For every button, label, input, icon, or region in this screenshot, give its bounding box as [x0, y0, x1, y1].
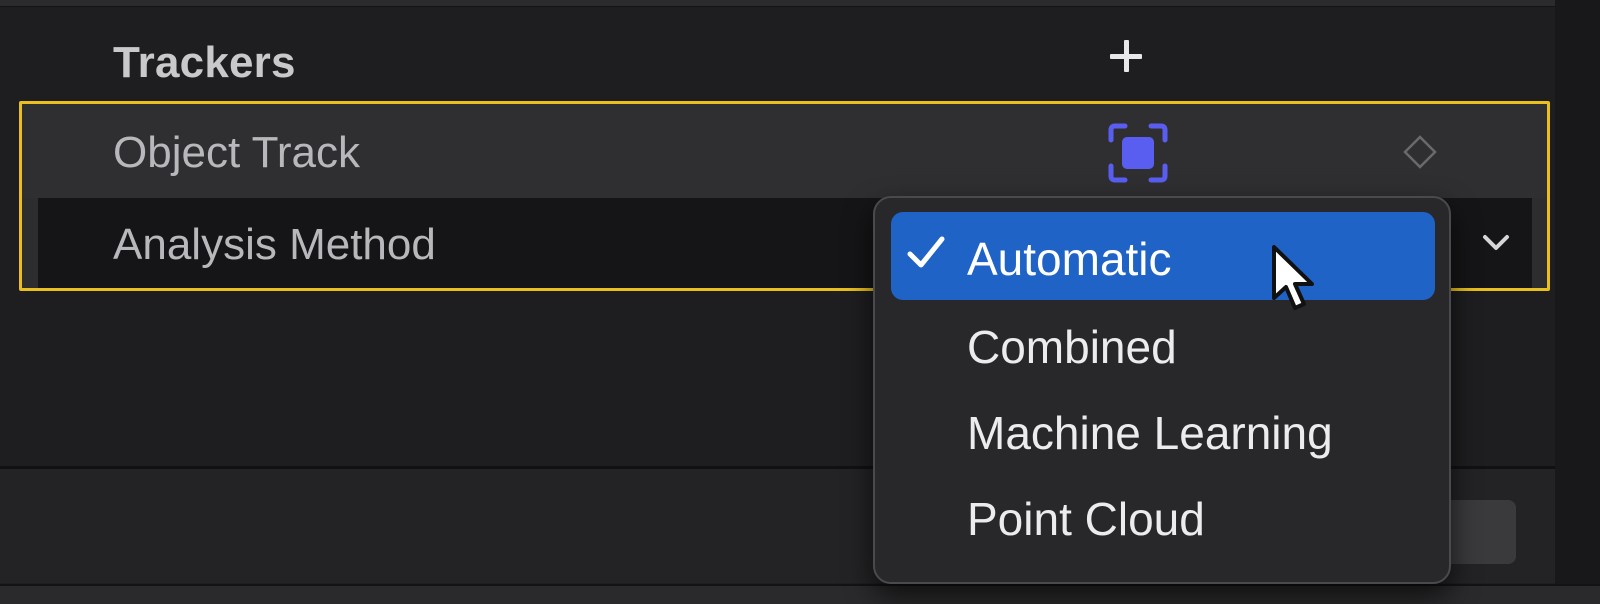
- inspector-panel: Trackers Object Track Analysis Method Au…: [0, 0, 1600, 604]
- menu-item-combined[interactable]: Combined: [891, 300, 1435, 388]
- menu-item-label: Point Cloud: [967, 493, 1205, 545]
- analysis-method-label: Analysis Method: [113, 220, 436, 269]
- menu-item-label: Machine Learning: [967, 407, 1333, 459]
- chevron-down-icon[interactable]: [1478, 228, 1514, 256]
- object-track-label: Object Track: [113, 128, 360, 177]
- trackers-label: Trackers: [113, 38, 296, 87]
- trackers-header: Trackers: [0, 8, 1555, 100]
- menu-item-machine-learning[interactable]: Machine Learning: [891, 386, 1435, 474]
- analysis-method-dropdown[interactable]: Automatic Combined Machine Learning Poin…: [873, 196, 1451, 584]
- bottom-strip: [0, 584, 1600, 604]
- object-track-icon[interactable]: [1107, 122, 1169, 184]
- menu-item-label: Automatic: [967, 233, 1172, 285]
- top-strip: [0, 0, 1560, 7]
- right-edge: [1555, 0, 1600, 604]
- checkmark-icon: [907, 236, 945, 268]
- add-tracker-button[interactable]: [1106, 36, 1146, 76]
- menu-item-point-cloud[interactable]: Point Cloud: [891, 472, 1435, 560]
- menu-item-label: Combined: [967, 321, 1177, 373]
- menu-item-automatic[interactable]: Automatic: [891, 212, 1435, 300]
- keyframe-diamond-icon[interactable]: [1402, 134, 1438, 170]
- object-track-row[interactable]: Object Track: [22, 104, 1547, 198]
